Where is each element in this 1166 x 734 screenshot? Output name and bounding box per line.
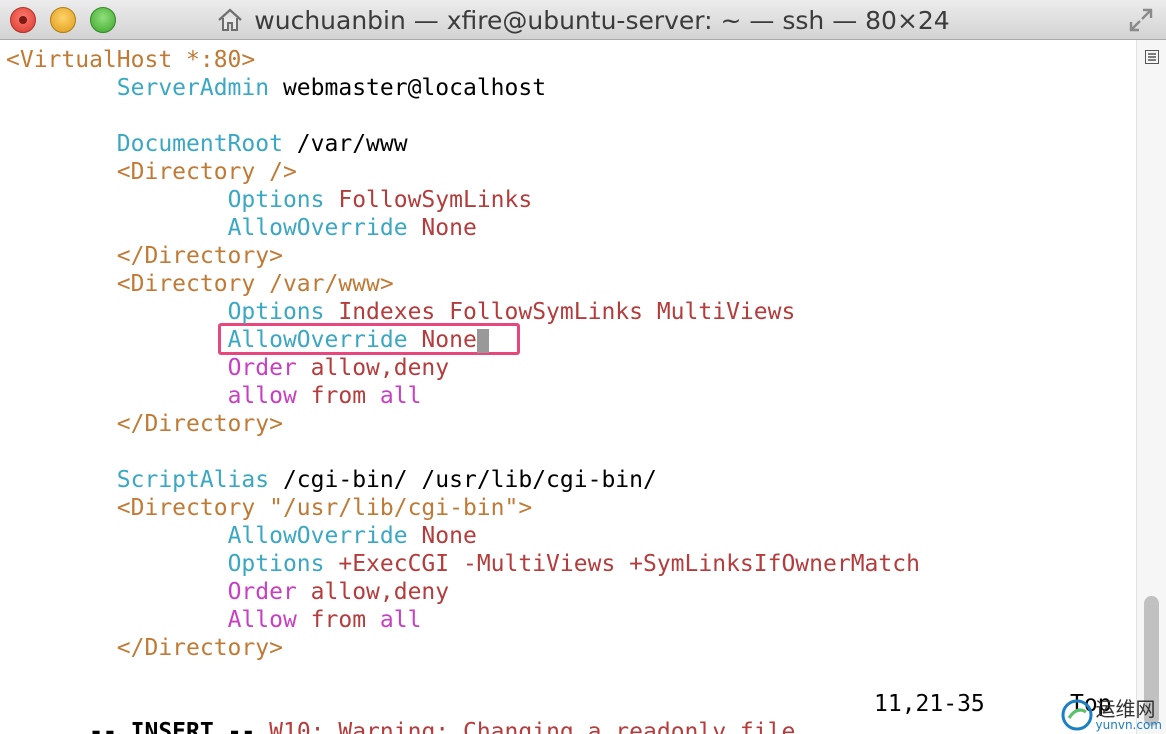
terminal-window: wuchuanbin — xfire@ubuntu-server: ~ — ss… [0,0,1166,734]
terminal-content[interactable]: <VirtualHost *:80> ServerAdmin webmaster… [0,40,1136,734]
code-token: Order [227,579,297,605]
editor-line[interactable]: DocumentRoot /var/www [6,130,408,158]
warning-message: W10: Warning: Changing a readonly file [269,719,796,734]
fullscreen-icon[interactable] [1128,7,1154,33]
editor-line[interactable]: <Directory /> [6,158,297,186]
code-token: from [296,383,367,409]
text-cursor [476,328,489,353]
code-token: None [407,215,477,241]
menu-icon[interactable] [1145,50,1159,64]
editor-line[interactable]: </Directory> [6,410,283,438]
editor-line[interactable]: <Directory "/usr/lib/cgi-bin"> [6,494,532,522]
code-token: ScriptAlias [116,467,270,493]
code-token: DocumentRoot [116,131,283,157]
editor-line[interactable]: Options +ExecCGI -MultiViews +SymLinksIf… [6,550,920,578]
code-token: allow,deny [296,355,450,381]
code-token: Allow [227,607,297,633]
editor-line[interactable]: <Directory /var/www> [6,270,394,298]
code-token: allow [227,383,297,409]
code-token: <Directory /var/www> [116,271,394,297]
code-token: allow,deny [296,579,450,605]
code-token: Options [227,551,325,577]
code-token: ServerAdmin [116,75,270,101]
code-token: Indexes FollowSymLinks MultiViews [324,299,796,325]
code-token: None [407,523,477,549]
code-token: webmaster@localhost [269,75,547,101]
editor-line[interactable]: <VirtualHost *:80> [6,46,255,74]
code-token: all [366,607,422,633]
code-token: Options [227,187,325,213]
code-token: </Directory> [116,243,283,269]
watermark-url: yunvn.com [1095,718,1162,732]
watermark-text: 运维网 [1095,697,1156,721]
code-token: <VirtualHost *:80> [6,47,256,73]
code-token: Order [227,355,297,381]
code-token: None [407,327,477,353]
title-area: wuchuanbin — xfire@ubuntu-server: ~ — ss… [0,0,1166,40]
home-icon [218,8,243,31]
title-bar[interactable]: wuchuanbin — xfire@ubuntu-server: ~ — ss… [0,0,1166,40]
watermark-logo-icon [1061,699,1093,731]
code-token: AllowOverride [227,215,408,241]
editor-line[interactable]: Order allow,deny [6,578,450,606]
status-line: -- INSERT -- W10: Warning: Changing a re… [6,690,795,734]
editor-line[interactable]: allow from all [6,382,422,410]
code-token: </Directory> [116,635,283,661]
code-token: </Directory> [116,411,283,437]
code-token: FollowSymLinks [324,187,533,213]
editor-line[interactable]: Allow from all [6,606,422,634]
editor-line[interactable]: ScriptAlias /cgi-bin/ /usr/lib/cgi-bin/ [6,466,657,494]
code-token: from [296,607,367,633]
code-token: all [366,383,422,409]
watermark: 运维网 yunvn.com [1060,698,1162,732]
code-token: <Directory "/usr/lib/cgi-bin"> [116,495,533,521]
editor-line[interactable]: AllowOverride None [6,326,489,354]
editor-line[interactable]: AllowOverride None [6,522,477,550]
code-token: <Directory /> [116,159,297,185]
editor-line[interactable]: AllowOverride None [6,214,477,242]
editor-line[interactable]: ServerAdmin webmaster@localhost [6,74,546,102]
scrollbar[interactable] [1136,40,1166,734]
code-token: /var/www [282,131,408,157]
code-token: AllowOverride [227,523,408,549]
editor-line[interactable]: </Directory> [6,242,283,270]
code-token: /cgi-bin/ /usr/lib/cgi-bin/ [269,467,657,493]
cursor-position: 11,21-35 [874,691,985,717]
code-token: Options [227,299,325,325]
code-token: +ExecCGI -MultiViews +SymLinksIfOwnerMat… [324,551,920,577]
editor-line[interactable]: </Directory> [6,634,283,662]
code-token: AllowOverride [227,327,408,353]
window-title: wuchuanbin — xfire@ubuntu-server: ~ — ss… [254,5,950,35]
editor-line[interactable]: Options FollowSymLinks [6,186,533,214]
editor-line[interactable]: Order allow,deny [6,354,450,382]
mode-indicator: -- INSERT -- [89,719,256,734]
editor-line[interactable]: Options Indexes FollowSymLinks MultiView… [6,298,796,326]
